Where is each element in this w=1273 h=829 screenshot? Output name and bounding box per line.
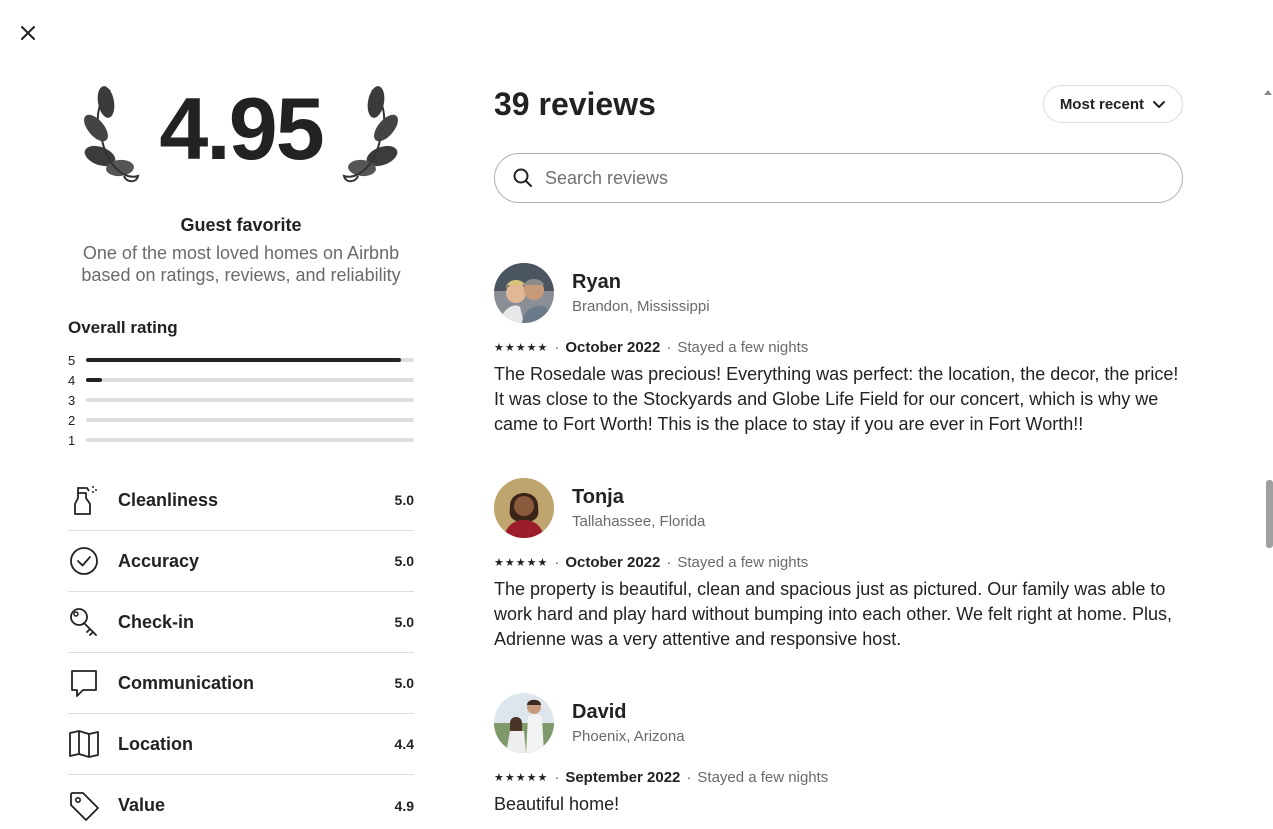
category-icon-wrap <box>68 606 100 638</box>
category-label: Accuracy <box>118 550 200 571</box>
category-icon-wrap <box>68 728 100 760</box>
spray-bottle-icon <box>74 486 97 515</box>
avatar[interactable] <box>494 478 554 538</box>
reviewer-location: Brandon, Mississippi <box>572 298 710 315</box>
review-item: Ryan Brandon, Mississippi ★★★★★ · Octobe… <box>494 263 1183 437</box>
separator-dot: · <box>666 554 672 571</box>
review-date: September 2022 <box>565 769 681 786</box>
category-score: 5.0 <box>394 675 414 691</box>
category-icon-wrap <box>68 484 100 516</box>
scroll-up-arrow-icon[interactable] <box>1264 90 1272 95</box>
stay-length: Stayed a few nights <box>677 339 809 356</box>
sort-dropdown[interactable]: Most recent <box>1042 85 1183 123</box>
category-label: Location <box>118 733 193 754</box>
separator-dot: · <box>554 339 560 356</box>
separator-dot: · <box>554 769 560 786</box>
rating-bar-track <box>86 418 414 422</box>
key-icon <box>70 608 97 636</box>
sort-label: Most recent <box>1059 95 1144 113</box>
rating-summary: 4.95 Guest favorite One of the most love… <box>68 70 414 829</box>
rating-bar-track <box>86 398 414 402</box>
star-rating: ★★★★★ <box>494 772 549 784</box>
category-score: 5.0 <box>394 492 414 508</box>
rating-bar-label: 3 <box>68 392 76 408</box>
rating-bar-row: 5 <box>68 350 414 370</box>
search-reviews-field[interactable] <box>494 153 1183 203</box>
tag-icon <box>70 791 99 821</box>
review-item: David Phoenix, Arizona ★★★★★ · September… <box>494 693 1183 817</box>
check-circle-icon <box>70 547 98 575</box>
review-text: The Rosedale was precious! Everything wa… <box>494 364 1179 434</box>
reviewer-name[interactable]: Ryan <box>572 271 710 294</box>
separator-dot: · <box>666 339 672 356</box>
scrollbar-thumb[interactable] <box>1266 480 1273 548</box>
guest-favorite-description: One of the most loved homes on Airbnb ba… <box>68 242 414 286</box>
rating-bar-fill <box>86 358 401 362</box>
category-score: 4.4 <box>394 736 414 752</box>
chevron-down-icon <box>1153 101 1165 108</box>
category-score: 4.9 <box>394 797 414 814</box>
review-text: The property is beautiful, clean and spa… <box>494 579 1173 649</box>
category-label: Communication <box>118 672 255 693</box>
category-icon-wrap <box>68 790 100 822</box>
reviewer-name[interactable]: Tonja <box>572 486 705 509</box>
avatar[interactable] <box>494 263 554 323</box>
overall-rating-title: Overall rating <box>68 318 178 337</box>
rating-bar-label: 5 <box>68 352 76 368</box>
separator-dot: · <box>686 769 692 786</box>
star-rating: ★★★★★ <box>494 557 549 569</box>
category-label: Value <box>118 795 166 815</box>
star-rating: ★★★★★ <box>494 342 549 354</box>
close-icon <box>21 26 35 40</box>
rating-bar-label: 1 <box>68 432 76 448</box>
category-row-accuracy: Accuracy 5.0 <box>68 531 414 592</box>
reviewer-location: Tallahassee, Florida <box>572 513 706 530</box>
category-row-value: Value 4.9 <box>68 775 414 829</box>
rating-bar-label: 4 <box>68 372 76 388</box>
close-button[interactable] <box>14 19 42 47</box>
review-text: Beautiful home! <box>494 794 620 814</box>
stay-length: Stayed a few nights <box>697 769 829 786</box>
rating-bar-track <box>86 438 414 442</box>
stay-length: Stayed a few nights <box>677 554 809 571</box>
rating-bar-row: 3 <box>68 390 414 410</box>
category-label: Check-in <box>118 611 195 632</box>
rating-bar-row: 4 <box>68 370 414 390</box>
rating-bar-fill <box>86 378 103 382</box>
reviews-panel: 39 reviews Most recent <box>494 84 1183 203</box>
rating-distribution: 5 4 3 2 1 <box>68 350 414 450</box>
reviewer-location: Phoenix, Arizona <box>572 728 685 745</box>
rating-bar-track <box>86 358 414 362</box>
rating-bar-track <box>86 378 414 382</box>
guest-favorite-title: Guest favorite <box>180 215 302 235</box>
rating-bar-row: 2 <box>68 410 414 430</box>
category-score: 5.0 <box>394 553 414 569</box>
category-icon-wrap <box>68 545 100 577</box>
reviewer-name[interactable]: David <box>572 701 685 724</box>
search-reviews-input[interactable] <box>545 167 1164 189</box>
guest-favorite-desc-line: based on ratings, reviews, and reliabili… <box>81 265 401 285</box>
separator-dot: · <box>554 554 560 571</box>
chat-bubble-icon <box>71 670 97 697</box>
category-score: 5.0 <box>394 614 414 630</box>
rating-bar-row: 1 <box>68 430 414 450</box>
category-row-check-in: Check-in 5.0 <box>68 592 414 653</box>
rating-bar-label: 2 <box>68 412 76 428</box>
guest-favorite-desc-line: One of the most loved homes on Airbnb <box>82 243 400 263</box>
reviews-count-title: 39 reviews <box>494 85 656 122</box>
review-item: Tonja Tallahassee, Florida ★★★★★ · Octob… <box>494 478 1183 652</box>
category-row-location: Location 4.4 <box>68 714 414 775</box>
category-row-communication: Communication 5.0 <box>68 653 414 714</box>
category-icon-wrap <box>68 667 100 699</box>
score-hero: 4.95 <box>68 70 414 210</box>
avatar[interactable] <box>494 693 554 753</box>
category-label: Cleanliness <box>118 489 219 510</box>
map-icon <box>69 730 99 758</box>
review-date: October 2022 <box>565 554 661 571</box>
search-icon <box>513 168 532 187</box>
category-row-cleanliness: Cleanliness 5.0 <box>68 470 414 531</box>
laurel-right-icon <box>342 86 398 183</box>
review-date: October 2022 <box>565 339 661 356</box>
category-ratings: Cleanliness 5.0 Accuracy 5.0 Check-in 5.… <box>68 470 414 829</box>
